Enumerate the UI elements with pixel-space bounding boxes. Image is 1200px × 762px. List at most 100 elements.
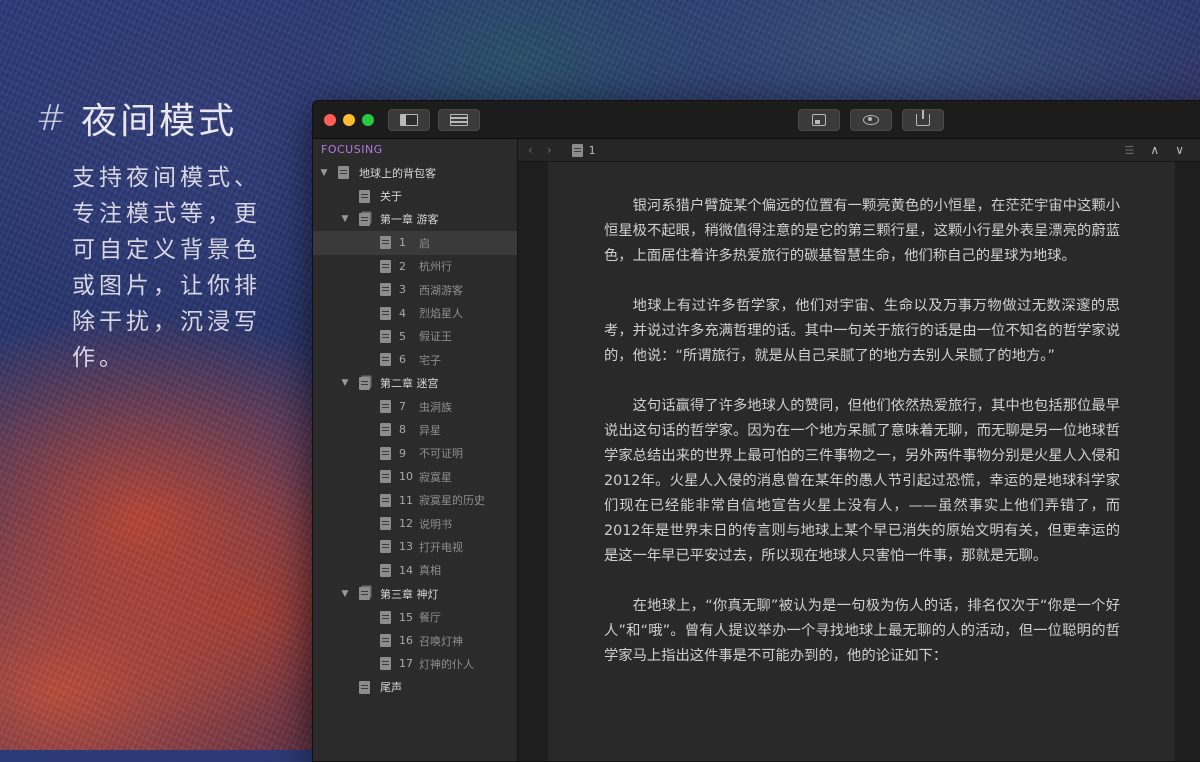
document-icon bbox=[380, 634, 391, 647]
tree-item[interactable]: 尾声 bbox=[313, 676, 517, 699]
document-icon bbox=[380, 446, 391, 460]
tree-item[interactable]: 6 宅子 bbox=[313, 348, 517, 371]
section-number: 7 bbox=[399, 400, 406, 414]
toggle-sidebar-button[interactable] bbox=[388, 108, 430, 131]
tree-item[interactable]: 14 真相 bbox=[313, 559, 517, 582]
section-number: 6 bbox=[399, 353, 406, 367]
tree-item-label: 寂寞星的历史 bbox=[419, 494, 485, 508]
tree-item[interactable]: 关于 bbox=[313, 184, 517, 207]
tree-item-label: 西湖游客 bbox=[419, 283, 463, 297]
tree-item[interactable]: 1启 bbox=[313, 231, 517, 255]
tree-item-label: 寂寞星 bbox=[419, 470, 452, 484]
close-window-button[interactable] bbox=[324, 113, 336, 126]
navigation-bar: ‹ › 1 ☰ ∧ ∨ bbox=[518, 139, 1200, 162]
export-button[interactable] bbox=[902, 108, 944, 131]
app-window: FOCUSING ▼ 地球上的背包客关于 ▼ 第一章 游客 1 启 2 杭州行 3 西湖游客 4 烈焰… bbox=[312, 100, 1200, 762]
preview-button[interactable] bbox=[850, 108, 892, 131]
document-tree: ▼ 地球上的背包客关于 ▼ 第一章 游客 1 启 2 杭州行 3 西湖游客 4 烈焰星人 5 假证王 6 宅子… bbox=[313, 161, 517, 699]
title-bar bbox=[313, 101, 1200, 139]
minimize-window-button[interactable] bbox=[343, 113, 355, 126]
section-number: 2 bbox=[399, 259, 406, 273]
tree-item[interactable]: ▼ 第三章 神灯 bbox=[313, 582, 517, 605]
tree-item[interactable]: 3 西湖游客 bbox=[313, 278, 517, 301]
tree-item[interactable]: 11 寂寞星的历史 bbox=[313, 488, 517, 511]
hash-mark: # bbox=[36, 97, 70, 139]
section-number: 4 bbox=[399, 306, 406, 320]
previous-section-button[interactable]: ∧ bbox=[1150, 143, 1159, 157]
tree-item[interactable]: 13 打开电视 bbox=[313, 535, 517, 558]
tree-item[interactable]: ▼ 第一章 游客 bbox=[313, 208, 517, 231]
tree-item[interactable]: 4 烈焰星人 bbox=[313, 301, 517, 324]
back-button[interactable]: ‹ bbox=[528, 143, 533, 157]
tree-item[interactable]: 10 寂寞星 bbox=[313, 465, 517, 488]
forward-button[interactable]: › bbox=[547, 143, 552, 157]
disclosure-triangle-icon[interactable]: ▼ bbox=[340, 378, 350, 388]
tree-item[interactable]: 9 不可证明 bbox=[313, 442, 517, 465]
promo-heading: 夜间模式 bbox=[81, 101, 238, 142]
toggle-panel-button[interactable] bbox=[438, 108, 480, 131]
tree-item-label: 召唤灯神 bbox=[419, 634, 463, 648]
promo-block: # 夜间模式 支持夜间模式、专注模式等，更可自定义背景色或图片，让你排除干扰，沉… bbox=[36, 92, 272, 376]
paragraph[interactable]: 银河系猎户臂旋某个偏远的位置有一颗亮黄色的小恒星，在茫茫宇宙中这颗小恒星极不起眼… bbox=[604, 194, 1120, 269]
tree-item[interactable]: 17 灯神的仆人 bbox=[313, 652, 517, 675]
promo-description: 支持夜间模式、专注模式等，更可自定义背景色或图片，让你排除干扰，沉浸写作。 bbox=[72, 165, 261, 371]
section-number: 11 bbox=[399, 493, 413, 507]
outline-list-icon[interactable]: ☰ bbox=[1125, 144, 1135, 157]
tree-item[interactable]: 7 虫洞族 bbox=[313, 395, 517, 418]
section-number: 5 bbox=[399, 329, 406, 343]
paragraph[interactable]: 在地球上，“你真无聊”被认为是一句极为伤人的话，排名仅次于“你是一个好人”和“哦… bbox=[604, 594, 1120, 669]
content-area: ‹ › 1 ☰ ∧ ∨ 银河系猎户臂旋某个偏远的位置有一颗亮黄色的小恒星，在茫茫… bbox=[518, 139, 1200, 761]
section-number: 1 bbox=[399, 236, 406, 250]
paragraph[interactable]: 这句话赢得了许多地球人的赞同，但他们依然热爱旅行，其中也包括那位最早说出这句话的… bbox=[604, 394, 1120, 569]
tree-item-label: 打开电视 bbox=[419, 540, 463, 554]
tree-item[interactable]: ▼ 第二章 迷宫 bbox=[313, 372, 517, 395]
disclosure-triangle-icon[interactable]: ▼ bbox=[340, 589, 350, 599]
folder-document-icon bbox=[359, 376, 370, 390]
document-icon bbox=[380, 283, 391, 297]
editor-text[interactable]: 银河系猎户臂旋某个偏远的位置有一颗亮黄色的小恒星，在茫茫宇宙中这颗小恒星极不起眼… bbox=[548, 162, 1175, 669]
zoom-window-button[interactable] bbox=[362, 113, 374, 126]
editor-scroll-area[interactable]: 银河系猎户臂旋某个偏远的位置有一颗亮黄色的小恒星，在茫茫宇宙中这颗小恒星极不起眼… bbox=[518, 162, 1200, 761]
panel-icon bbox=[450, 113, 468, 126]
tree-item[interactable]: 16 召唤灯神 bbox=[313, 629, 517, 652]
tree-item[interactable]: 2 杭州行 bbox=[313, 255, 517, 278]
tree-item-label: 不可证明 bbox=[419, 447, 463, 461]
document-icon bbox=[380, 517, 391, 531]
tree-item[interactable]: 5 假证王 bbox=[313, 325, 517, 348]
document-icon bbox=[359, 680, 370, 694]
editor-page[interactable]: 银河系猎户臂旋某个偏远的位置有一颗亮黄色的小恒星，在茫茫宇宙中这颗小恒星极不起眼… bbox=[548, 162, 1175, 761]
window-controls bbox=[324, 113, 374, 126]
tree-item[interactable]: ▼ 地球上的背包客 bbox=[313, 161, 517, 184]
document-icon bbox=[380, 493, 391, 507]
document-icon bbox=[380, 540, 391, 554]
section-number: 8 bbox=[399, 423, 406, 437]
paragraph[interactable]: 地球上有过许多哲学家，他们对宇宙、生命以及万事万物做过无数深邃的思考，并说过许多… bbox=[604, 294, 1120, 369]
tree-item-label: 杭州行 bbox=[419, 260, 452, 274]
section-number: 3 bbox=[399, 283, 406, 297]
tree-item-label: 异星 bbox=[419, 423, 441, 437]
tree-item-label: 灯神的仆人 bbox=[419, 657, 474, 671]
disclosure-triangle-icon[interactable]: ▼ bbox=[340, 214, 350, 224]
tree-item[interactable]: 12 说明书 bbox=[313, 512, 517, 535]
focus-mode-label: FOCUSING bbox=[321, 143, 383, 156]
folder-document-icon bbox=[359, 587, 370, 601]
document-icon bbox=[380, 353, 391, 367]
tree-item-label: 关于 bbox=[380, 190, 402, 204]
document-icon bbox=[380, 236, 391, 250]
download-icon bbox=[916, 109, 930, 126]
eye-icon bbox=[863, 114, 879, 125]
tree-item-label: 餐厅 bbox=[419, 611, 441, 625]
tree-item-label: 真相 bbox=[419, 564, 441, 578]
document-icon bbox=[380, 423, 391, 437]
window-body: FOCUSING ▼ 地球上的背包客关于 ▼ 第一章 游客 1 启 2 杭州行 3 西湖游客 4 烈焰… bbox=[313, 139, 1200, 761]
tree-item-label: 虫洞族 bbox=[419, 400, 452, 414]
section-number: 14 bbox=[399, 563, 413, 577]
tree-item-label: 第二章 迷宫 bbox=[380, 377, 439, 391]
background-image-button[interactable] bbox=[798, 108, 840, 131]
center-toolbar bbox=[798, 108, 944, 131]
disclosure-triangle-icon[interactable]: ▼ bbox=[319, 168, 329, 178]
folder-document-icon bbox=[359, 212, 370, 226]
tree-item[interactable]: 8 异星 bbox=[313, 418, 517, 441]
next-section-button[interactable]: ∨ bbox=[1175, 143, 1184, 157]
tree-item[interactable]: 15 餐厅 bbox=[313, 605, 517, 628]
